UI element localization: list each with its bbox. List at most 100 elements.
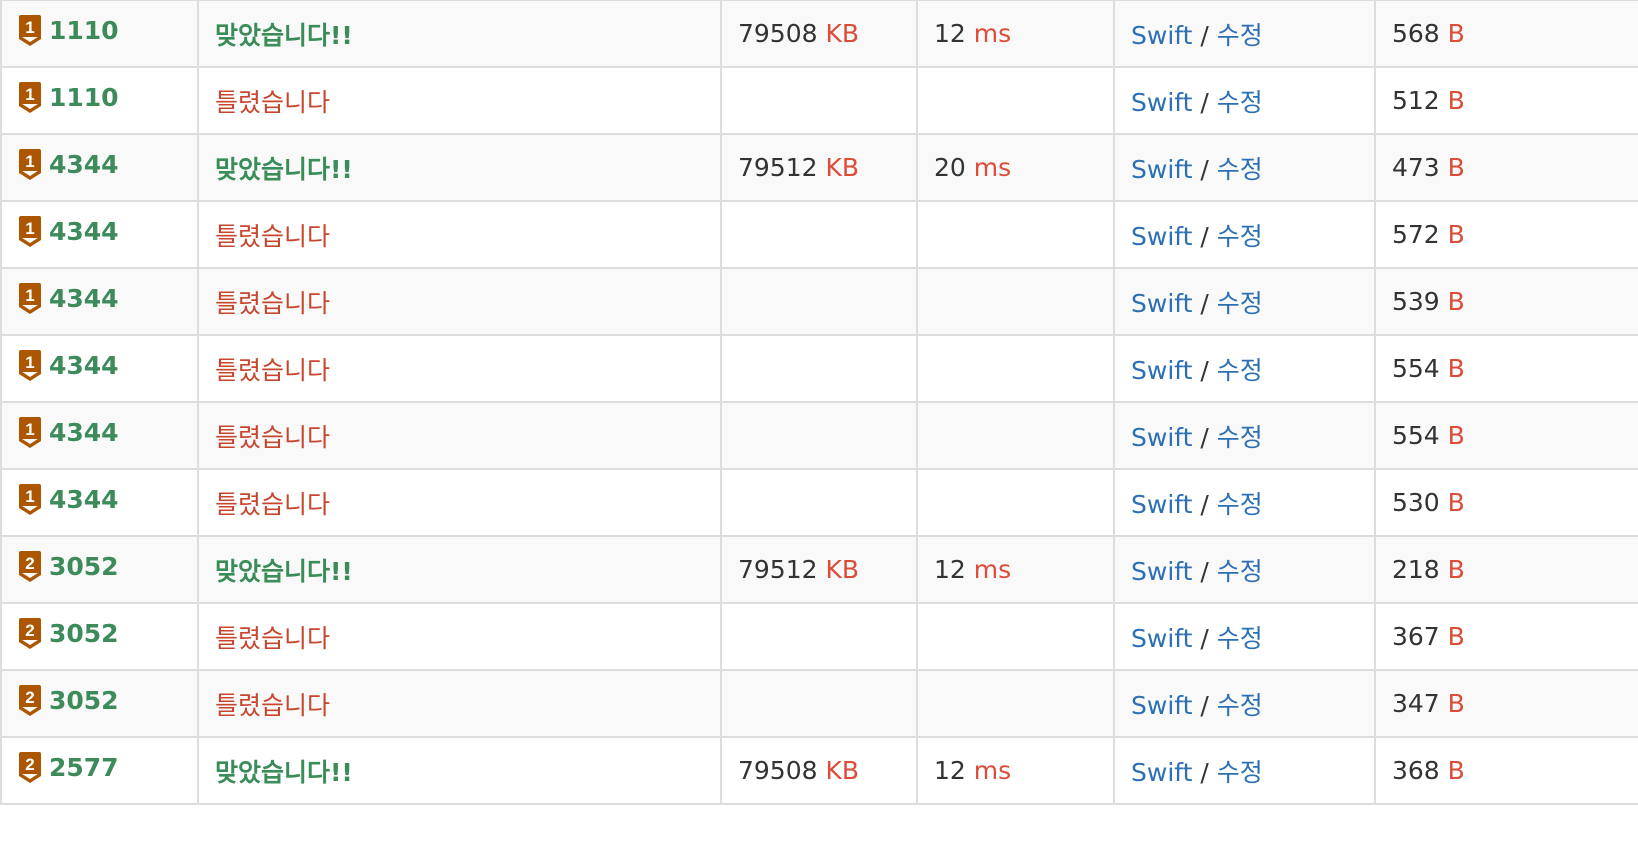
submission-row: 1 4344 틀렸습니다 Swift / 수정 572 B <box>0 200 1638 269</box>
code-length-value: 572 <box>1392 220 1440 249</box>
language-link[interactable]: Swift <box>1131 758 1192 787</box>
edit-link[interactable]: 수정 <box>1217 490 1263 519</box>
separator: / <box>1200 757 1209 787</box>
memory-unit: KB <box>825 19 860 48</box>
result-cell: 틀렸습니다 <box>197 66 722 135</box>
problem-link[interactable]: 2 3052 <box>18 617 119 650</box>
code-length-unit: B <box>1447 153 1465 182</box>
language-cell: Swift / 수정 <box>1113 200 1376 269</box>
problem-link[interactable]: 2 3052 <box>18 550 119 583</box>
result-cell: 틀렸습니다 <box>197 267 722 336</box>
problem-id: 3052 <box>49 619 119 648</box>
time-cell <box>916 401 1115 470</box>
time-value: 12 <box>934 19 966 48</box>
time-cell <box>916 200 1115 269</box>
edit-link[interactable]: 수정 <box>1217 21 1263 50</box>
edit-link[interactable]: 수정 <box>1217 423 1263 452</box>
language-link[interactable]: Swift <box>1131 356 1192 385</box>
time-unit: ms <box>973 555 1012 584</box>
bronze-2-tier-icon: 2 <box>18 617 42 650</box>
problem-cell: 1 1110 <box>0 66 199 135</box>
language-link[interactable]: Swift <box>1131 691 1192 720</box>
language-link[interactable]: Swift <box>1131 88 1192 117</box>
tier-number: 1 <box>25 152 34 171</box>
language-cell: Swift / 수정 <box>1113 669 1376 738</box>
edit-link[interactable]: 수정 <box>1217 557 1263 586</box>
separator: / <box>1200 20 1209 50</box>
code-length-value: 530 <box>1392 488 1440 517</box>
time-value: 12 <box>934 756 966 785</box>
problem-link[interactable]: 2 2577 <box>18 751 119 784</box>
memory-value: 79508 <box>738 756 818 785</box>
code-length-unit: B <box>1447 421 1465 450</box>
problem-cell: 2 3052 <box>0 669 199 738</box>
result-text: 맞았습니다!! <box>215 556 353 586</box>
submission-row: 2 3052 틀렸습니다 Swift / 수정 367 B <box>0 602 1638 671</box>
language-link[interactable]: Swift <box>1131 423 1192 452</box>
result-text: 틀렸습니다 <box>215 288 331 318</box>
submission-status-table: 1 1110 맞았습니다!! 79508 KB 12 ms Swift / 수정… <box>0 0 1638 805</box>
bronze-1-tier-icon: 1 <box>18 14 42 47</box>
problem-link[interactable]: 1 4344 <box>18 215 119 248</box>
language-link[interactable]: Swift <box>1131 21 1192 50</box>
edit-link[interactable]: 수정 <box>1217 155 1263 184</box>
language-link[interactable]: Swift <box>1131 222 1192 251</box>
memory-cell <box>720 334 918 403</box>
language-link[interactable]: Swift <box>1131 490 1192 519</box>
memory-unit: KB <box>825 555 860 584</box>
language-link[interactable]: Swift <box>1131 557 1192 586</box>
code-length-value: 367 <box>1392 622 1440 651</box>
edit-link[interactable]: 수정 <box>1217 758 1263 787</box>
tier-number: 1 <box>25 353 34 372</box>
language-link[interactable]: Swift <box>1131 289 1192 318</box>
problem-link[interactable]: 1 4344 <box>18 483 119 516</box>
code-length-value: 554 <box>1392 354 1440 383</box>
problem-id: 3052 <box>49 686 119 715</box>
time-cell <box>916 468 1115 537</box>
code-length-cell: 347 B <box>1374 669 1638 738</box>
code-length-value: 368 <box>1392 756 1440 785</box>
code-length-value: 347 <box>1392 689 1440 718</box>
code-length-unit: B <box>1447 220 1465 249</box>
edit-link[interactable]: 수정 <box>1217 88 1263 117</box>
problem-link[interactable]: 1 4344 <box>18 416 119 449</box>
language-cell: Swift / 수정 <box>1113 66 1376 135</box>
result-text: 맞았습니다!! <box>215 154 353 184</box>
problem-link[interactable]: 1 1110 <box>18 81 119 114</box>
memory-unit: KB <box>825 756 860 785</box>
problem-link[interactable]: 1 1110 <box>18 14 119 47</box>
submission-row: 2 3052 맞았습니다!! 79512 KB 12 ms Swift / 수정… <box>0 535 1638 604</box>
memory-cell: 79508 KB <box>720 0 918 68</box>
language-cell: Swift / 수정 <box>1113 0 1376 68</box>
tier-number: 2 <box>25 688 34 707</box>
edit-link[interactable]: 수정 <box>1217 222 1263 251</box>
code-length-cell: 530 B <box>1374 468 1638 537</box>
time-cell <box>916 334 1115 403</box>
language-link[interactable]: Swift <box>1131 624 1192 653</box>
code-length-unit: B <box>1447 622 1465 651</box>
code-length-cell: 554 B <box>1374 401 1638 470</box>
edit-link[interactable]: 수정 <box>1217 289 1263 318</box>
problem-link[interactable]: 1 4344 <box>18 148 119 181</box>
language-link[interactable]: Swift <box>1131 155 1192 184</box>
separator: / <box>1200 623 1209 653</box>
bronze-1-tier-icon: 1 <box>18 349 42 382</box>
problem-link[interactable]: 1 4344 <box>18 282 119 315</box>
time-unit: ms <box>973 756 1012 785</box>
time-cell <box>916 669 1115 738</box>
edit-link[interactable]: 수정 <box>1217 356 1263 385</box>
memory-cell <box>720 468 918 537</box>
tier-number: 2 <box>25 755 34 774</box>
code-length-cell: 218 B <box>1374 535 1638 604</box>
edit-link[interactable]: 수정 <box>1217 691 1263 720</box>
bronze-1-tier-icon: 1 <box>18 416 42 449</box>
code-length-cell: 554 B <box>1374 334 1638 403</box>
problem-id: 4344 <box>49 418 119 447</box>
problem-link[interactable]: 2 3052 <box>18 684 119 717</box>
edit-link[interactable]: 수정 <box>1217 624 1263 653</box>
problem-cell: 1 4344 <box>0 334 199 403</box>
language-cell: Swift / 수정 <box>1113 468 1376 537</box>
problem-link[interactable]: 1 4344 <box>18 349 119 382</box>
code-length-cell: 512 B <box>1374 66 1638 135</box>
problem-cell: 1 4344 <box>0 200 199 269</box>
